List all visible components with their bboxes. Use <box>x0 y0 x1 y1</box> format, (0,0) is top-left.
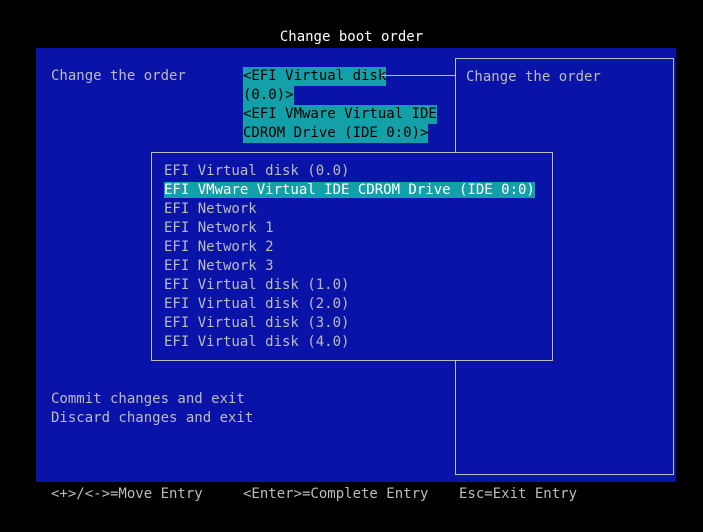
discard-changes-action[interactable]: Discard changes and exit <box>51 409 253 428</box>
boot-order-popup: EFI Virtual disk (0.0) EFI VMware Virtua… <box>151 152 553 361</box>
boot-order-value-line: <EFI VMware Virtual IDE <box>243 105 437 124</box>
help-text: Change the order <box>466 69 601 85</box>
commit-changes-action[interactable]: Commit changes and exit <box>51 390 253 409</box>
boot-entry[interactable]: EFI Network 2 <box>164 238 535 257</box>
boot-entry[interactable]: EFI Network <box>164 200 535 219</box>
boot-order-value-line: (0.0)> <box>243 86 294 105</box>
boot-entry-list: EFI Virtual disk (0.0) EFI VMware Virtua… <box>164 162 535 352</box>
boot-entry[interactable]: EFI Virtual disk (4.0) <box>164 333 535 352</box>
help-connector-line <box>381 75 455 76</box>
main-panel: Change the order <EFI Virtual disk (0.0)… <box>36 48 676 482</box>
complete-entry-hint: <Enter>=Complete Entry <box>243 486 429 502</box>
key-hints-footer: <+>/<->=Move Entry <Enter>=Complete Entr… <box>0 485 703 504</box>
boot-entry-selected[interactable]: EFI VMware Virtual IDE CDROM Drive (IDE … <box>164 181 535 200</box>
boot-entry[interactable]: EFI Virtual disk (3.0) <box>164 314 535 333</box>
page-title: Change boot order <box>279 29 424 45</box>
move-entry-hint: <+>/<->=Move Entry <box>51 486 203 502</box>
actions-list: Commit changes and exit Discard changes … <box>51 390 253 428</box>
boot-order-value[interactable]: <EFI Virtual disk (0.0)> <EFI VMware Vir… <box>243 67 437 143</box>
bios-screen: Change boot order Change the order <EFI … <box>0 0 703 532</box>
boot-entry[interactable]: EFI Virtual disk (0.0) <box>164 162 535 181</box>
boot-entry[interactable]: EFI Virtual disk (2.0) <box>164 295 535 314</box>
field-label-change-order: Change the order <box>51 68 186 84</box>
boot-order-value-line: <EFI Virtual disk <box>243 67 387 86</box>
boot-entry[interactable]: EFI Network 3 <box>164 257 535 276</box>
boot-order-value-line: CDROM Drive (IDE 0:0)> <box>243 124 429 143</box>
exit-entry-hint: Esc=Exit Entry <box>459 486 578 502</box>
boot-entry[interactable]: EFI Virtual disk (1.0) <box>164 276 535 295</box>
boot-entry[interactable]: EFI Network 1 <box>164 219 535 238</box>
